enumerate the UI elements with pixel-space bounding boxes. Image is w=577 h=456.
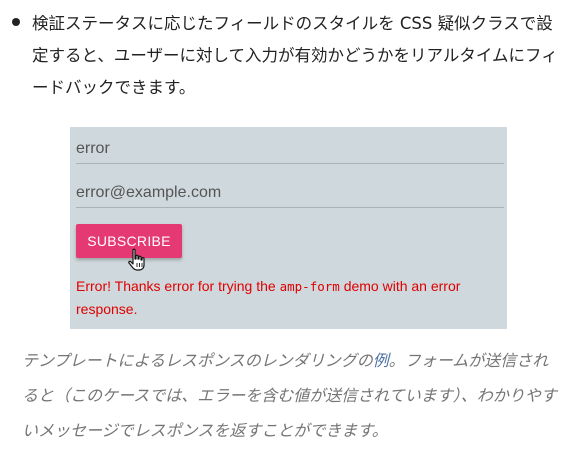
amp-form-demo-panel: error error@example.com SUBSCRIBE Error!… [70, 127, 507, 329]
figure-caption: テンプレートによるレスポンスのレンダリングの例。フォームが送信されると（このケー… [22, 343, 562, 448]
bullet-text: 検証ステータスに応じたフィールドのスタイルを CSS 疑似クラスで設定すると、ユ… [32, 14, 558, 97]
error-message-text: Error! Thanks error for trying the [76, 278, 280, 294]
bullet-list-item: 検証ステータスに応じたフィールドのスタイルを CSS 疑似クラスで設定すると、ユ… [12, 8, 567, 104]
error-message-code: amp-form [279, 279, 340, 294]
caption-text: テンプレートによるレスポンスのレンダリングの [22, 351, 373, 370]
email-field-value: error@example.com [76, 184, 222, 201]
email-field[interactable]: error@example.com [76, 171, 504, 208]
hand-pointer-cursor-icon [128, 248, 145, 271]
error-message: Error! Thanks error for trying the amp-f… [76, 275, 496, 320]
name-field[interactable]: error [76, 127, 504, 164]
name-field-value: error [76, 140, 110, 157]
caption-example-link[interactable]: 例 [373, 351, 389, 370]
bullet-dot [12, 18, 20, 26]
